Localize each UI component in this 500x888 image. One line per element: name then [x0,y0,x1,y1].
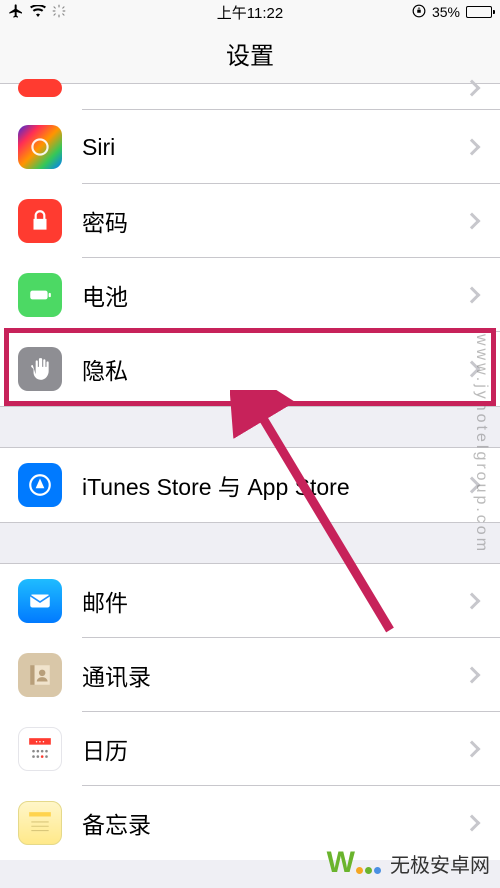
row-privacy[interactable]: 隐私 [0,332,500,406]
row-mail[interactable]: 邮件 [0,564,500,638]
battery-percent: 35% [432,4,460,20]
row-label: 邮件 [82,584,466,618]
battery-icon [466,6,492,18]
appstore-icon [18,463,62,507]
chevron-right-icon [464,741,481,758]
row-calendar[interactable]: • • • 日历 [0,712,500,786]
logo-mark-icon: W [327,846,382,880]
chevron-right-icon [464,287,481,304]
status-bar: 上午11:22 35% [0,0,500,24]
row-label: 密码 [82,204,466,238]
settings-list: Siri 密码 电池 隐私 iTunes Store 与 App Stor [0,84,500,860]
group-separator [0,406,500,448]
nav-bar: 设置 [0,24,500,84]
contacts-icon [18,653,62,697]
row-label: 电池 [82,278,466,312]
notes-icon [18,801,62,845]
airplane-mode-icon [8,3,24,22]
lock-icon [18,199,62,243]
chevron-right-icon [464,213,481,230]
row-contacts[interactable]: 通讯录 [0,638,500,712]
row-battery[interactable]: 电池 [0,258,500,332]
siri-icon [18,125,62,169]
svg-text:• • •: • • • [36,740,45,746]
mail-icon [18,579,62,623]
row-label: 隐私 [82,352,466,386]
row-label: Siri [82,134,466,161]
calendar-icon: • • • [18,727,62,771]
status-left [8,3,66,22]
row-label: 通讯录 [82,658,466,692]
row-itunes-appstore[interactable]: iTunes Store 与 App Store [0,448,500,522]
logo-text: 无极安卓网 [390,849,490,878]
group-separator [0,522,500,564]
chevron-right-icon [464,139,481,156]
row-cutoff-top[interactable] [0,84,500,110]
status-right: 35% [412,4,492,21]
row-label: 备忘录 [82,806,466,840]
status-time: 上午11:22 [217,2,283,23]
hand-icon [18,347,62,391]
chevron-right-icon [464,815,481,832]
row-label: iTunes Store 与 App Store [82,468,466,502]
loading-icon [52,4,66,21]
unknown-icon [18,79,62,97]
page-title: 设置 [226,36,274,71]
row-passcode[interactable]: 密码 [0,184,500,258]
chevron-right-icon [464,667,481,684]
wifi-icon [30,4,46,20]
battery-icon [18,273,62,317]
row-siri[interactable]: Siri [0,110,500,184]
orientation-lock-icon [412,4,426,21]
watermark: www.jyhotelgroup.com [472,334,490,554]
row-label: 日历 [82,732,466,766]
site-logo: W 无极安卓网 [327,846,490,880]
chevron-right-icon [464,593,481,610]
